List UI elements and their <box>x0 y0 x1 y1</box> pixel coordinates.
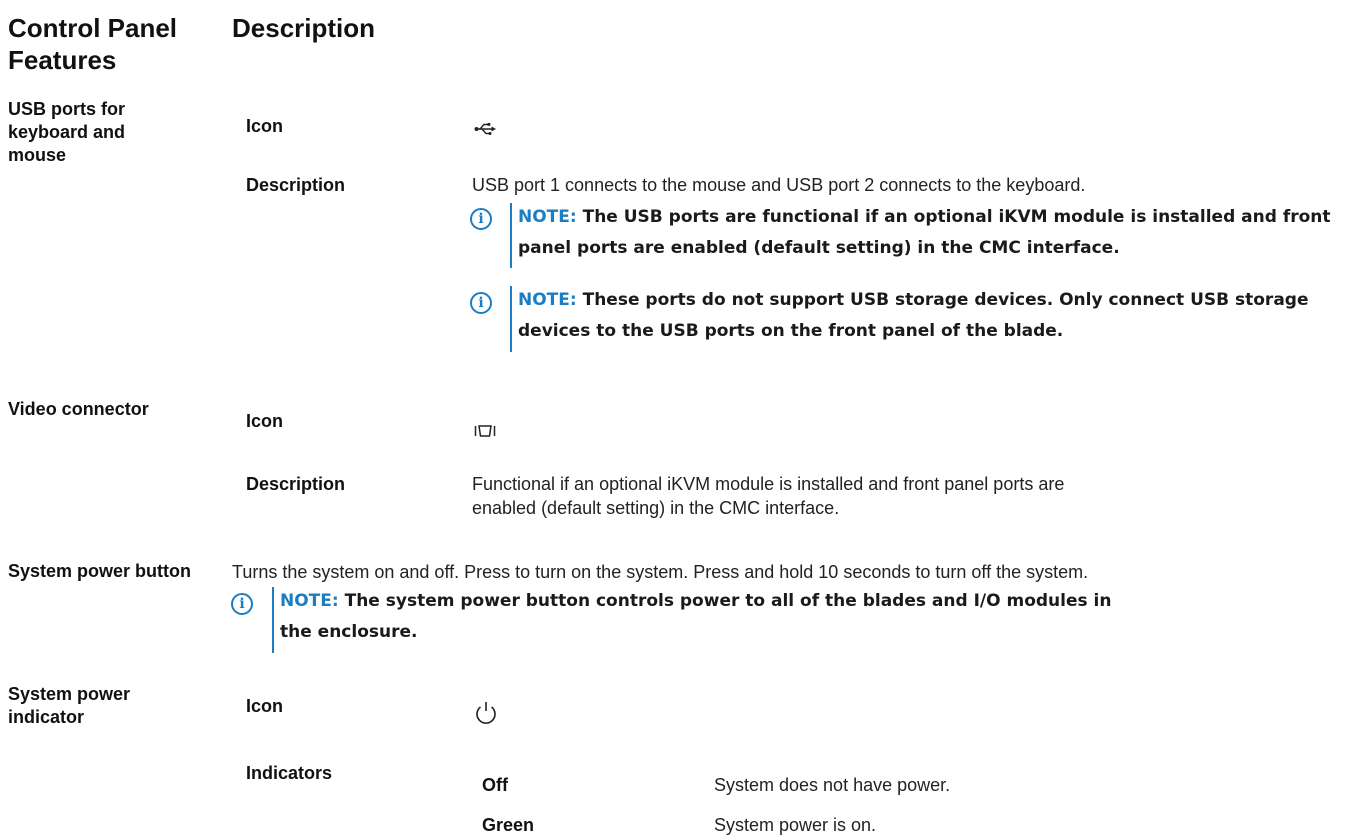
info-icon: i <box>470 292 492 314</box>
video-description-label: Description <box>246 474 346 494</box>
feature-power-indicator: System power indicator <box>8 684 131 727</box>
video-icon-label: Icon <box>246 411 284 431</box>
indicator-state-off: Off <box>482 775 508 795</box>
video-description: Functional if an optional iKVM module is… <box>472 474 1065 518</box>
feature-usb-ports: USB ports for keyboard and mouse <box>8 99 126 165</box>
usb-icon-label: Icon <box>246 116 284 136</box>
usb-note-1: NOTE: The USB ports are functional if an… <box>518 202 1354 264</box>
note-label: NOTE: <box>280 591 339 611</box>
note-label: NOTE: <box>518 207 577 227</box>
info-icon: i <box>231 593 253 615</box>
power-button-description: Turns the system on and off. Press to tu… <box>232 562 1089 582</box>
usb-description: USB port 1 connects to the mouse and USB… <box>472 175 1086 195</box>
note-text: The system power button controls power t… <box>280 591 1112 642</box>
note-accent-bar <box>510 286 512 352</box>
power-icon <box>474 700 498 731</box>
header-features: Control Panel Features <box>8 13 178 75</box>
note-accent-bar <box>510 203 512 268</box>
feature-power-button: System power button <box>8 561 192 581</box>
note-text: These ports do not support USB storage d… <box>518 290 1309 341</box>
note-text: The USB ports are functional if an optio… <box>518 207 1331 258</box>
usb-description-label: Description <box>246 175 346 195</box>
power-button-note: NOTE: The system power button controls p… <box>280 586 1140 648</box>
note-accent-bar <box>272 587 274 653</box>
feature-video-connector: Video connector <box>8 399 149 419</box>
usb-note-2: NOTE: These ports do not support USB sto… <box>518 285 1354 347</box>
indicator-state-green: Green <box>482 815 535 835</box>
power-icon-label: Icon <box>246 696 284 716</box>
video-connector-icon <box>474 424 496 442</box>
note-label: NOTE: <box>518 290 577 310</box>
indicator-meaning-green: System power is on. <box>714 815 877 835</box>
usb-icon <box>474 122 496 141</box>
header-description: Description <box>232 13 376 43</box>
info-icon: i <box>470 208 492 230</box>
indicators-label: Indicators <box>246 763 333 783</box>
indicator-meaning-off: System does not have power. <box>714 775 951 795</box>
